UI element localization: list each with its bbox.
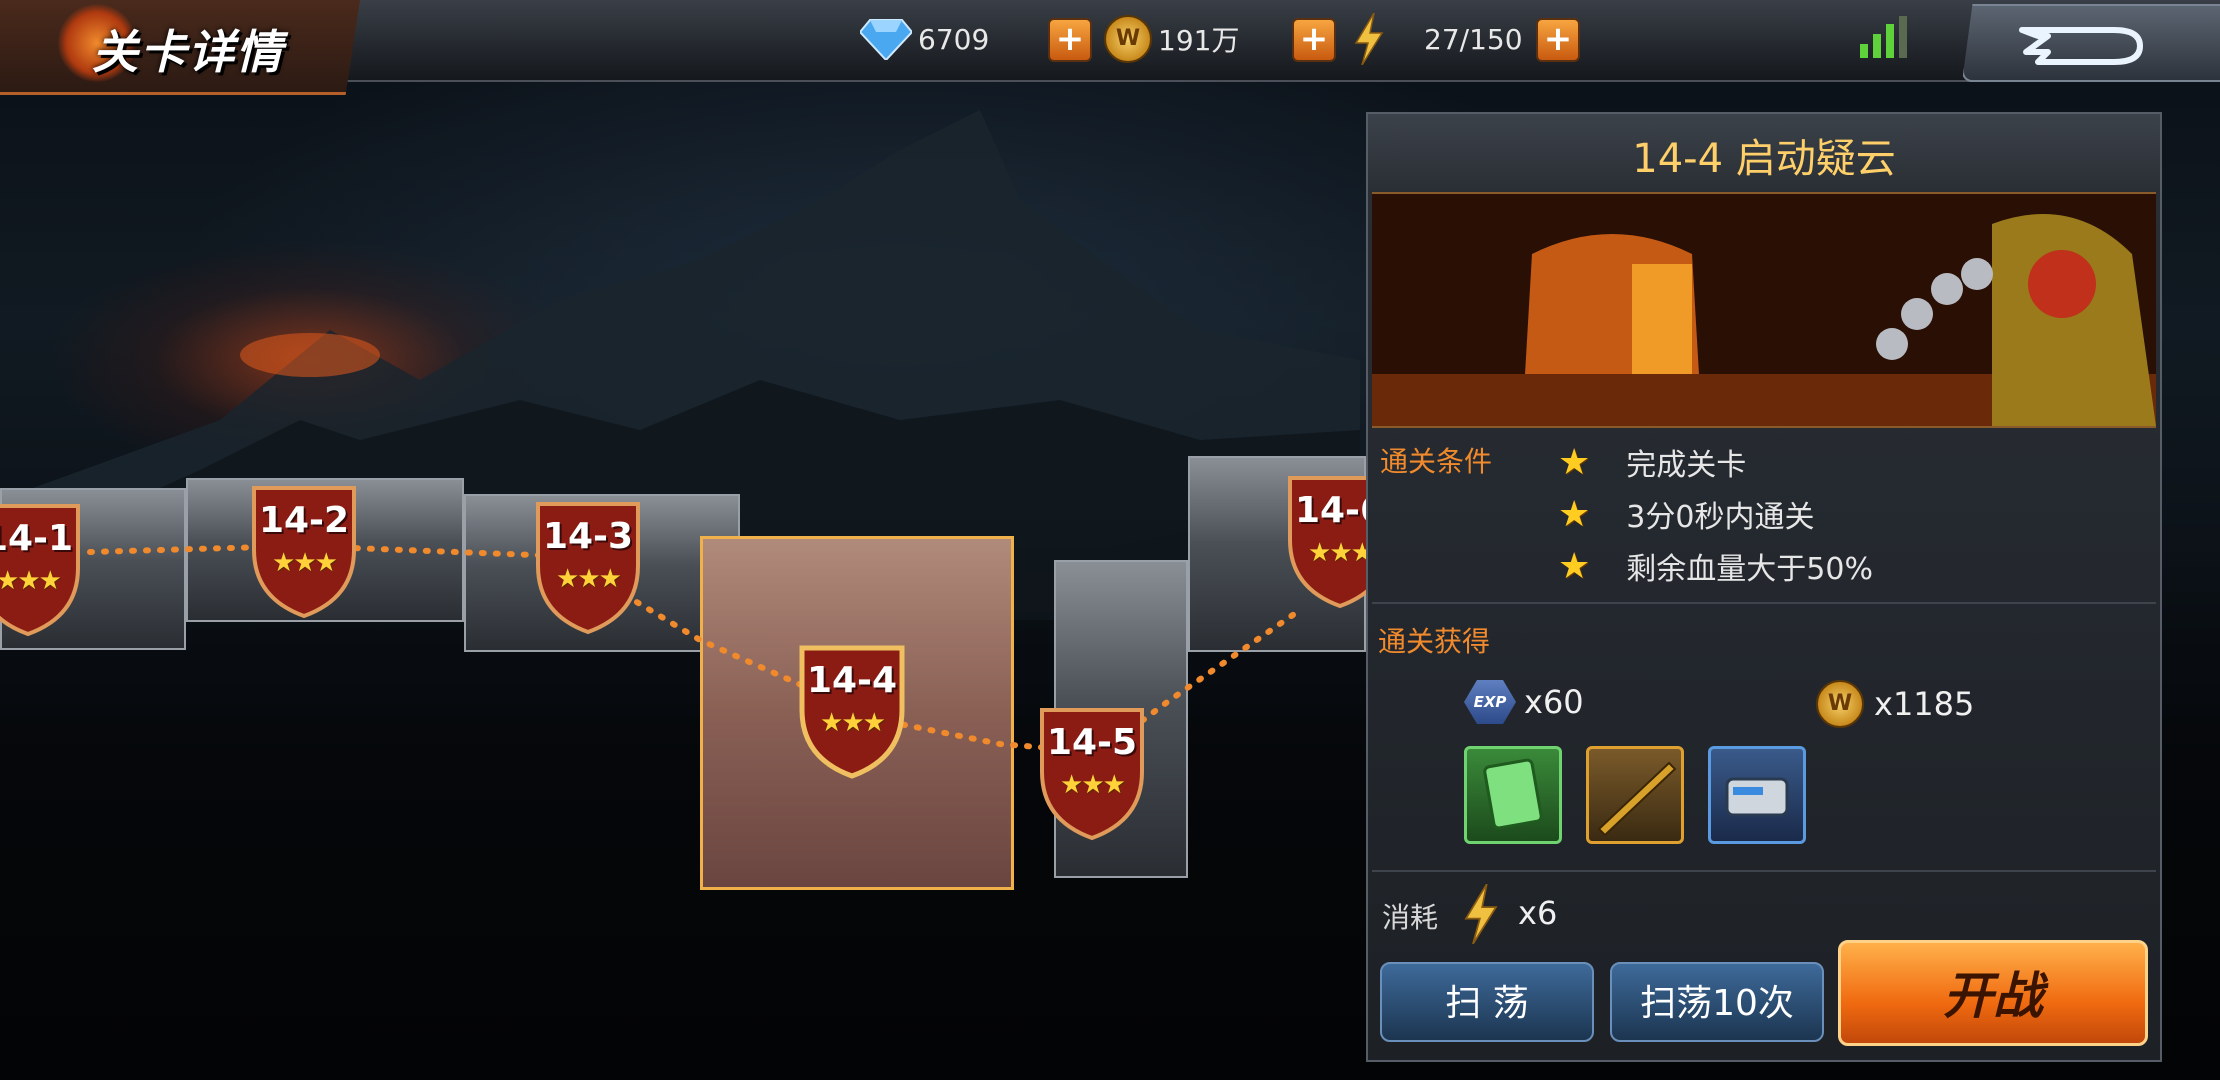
stage-badge-14-4[interactable]: 14-4 ★★★ xyxy=(782,630,922,780)
back-button[interactable] xyxy=(1962,4,2220,82)
title-plate: 关卡详情 xyxy=(0,0,360,95)
stage-badge-stars: ★★★ xyxy=(272,548,338,578)
signal-icon xyxy=(1860,16,1907,58)
star-icon: ★ xyxy=(1558,545,1591,587)
start-battle-button[interactable]: 开战 xyxy=(1838,940,2148,1046)
stage-badge-14-1[interactable]: 14-1 ★★★ xyxy=(0,488,98,638)
diamond-icon xyxy=(860,19,912,60)
lightning-icon xyxy=(1464,884,1498,944)
shield-icon xyxy=(536,502,640,635)
stage-badge-stars: ★★★ xyxy=(0,566,62,596)
stage-preview-art xyxy=(1372,194,2156,426)
star-icon: ★ xyxy=(1558,493,1591,535)
stage-badge-stars: ★★★ xyxy=(1060,770,1126,800)
stage-detail-panel: 14-4 启动疑云 通关条件 ★ 完成关卡 ★ 3分0秒内通关 ★ 剩余血量大于50%… xyxy=(1366,112,2162,1062)
diamond-counter: 6709 xyxy=(860,12,989,66)
supply-box-icon xyxy=(1725,777,1789,817)
energy-value: 27/150 xyxy=(1424,22,1523,56)
rifle-icon xyxy=(1597,761,1677,837)
add-energy-button[interactable]: + xyxy=(1536,18,1580,62)
shield-icon xyxy=(252,486,356,619)
clear-conditions-label: 通关条件 xyxy=(1380,445,1493,478)
stage-badge-14-5[interactable]: 14-5 ★★★ xyxy=(1022,692,1162,842)
coin-reward-value: x1185 xyxy=(1874,685,1975,723)
shield-icon xyxy=(0,504,80,637)
condition-item: ★ 完成关卡 xyxy=(1558,440,1746,484)
sweep-button[interactable]: 扫 荡 xyxy=(1380,962,1594,1042)
add-diamonds-button[interactable]: + xyxy=(1048,18,1092,62)
stage-preview-image xyxy=(1372,192,2156,428)
exp-card-icon xyxy=(1483,758,1543,830)
sweep-10-button[interactable]: 扫荡10次 xyxy=(1610,962,1824,1042)
coin-icon: W xyxy=(1104,15,1152,63)
stage-badge-14-3[interactable]: 14-3 ★★★ xyxy=(518,486,658,636)
stage-title: 14-4 启动疑云 xyxy=(1632,136,1896,182)
exp-reward: EXP x60 xyxy=(1464,680,1584,724)
stage-badge-label: 14-5 xyxy=(1046,722,1138,763)
exp-reward-value: x60 xyxy=(1524,683,1584,721)
back-arrow-icon xyxy=(2019,27,2143,65)
page-title: 关卡详情 xyxy=(92,25,284,79)
coin-reward: W x1185 xyxy=(1816,680,1974,728)
add-coins-button[interactable]: + xyxy=(1292,18,1336,62)
rewards-label: 通关获得 xyxy=(1378,625,1491,658)
condition-text: 剩余血量大于50% xyxy=(1626,552,1873,587)
supply-box-item[interactable] xyxy=(1708,746,1806,844)
cost-label: 消耗 xyxy=(1382,901,1439,934)
stage-badge-label: 14-1 xyxy=(0,518,74,559)
condition-item: ★ 3分0秒内通关 xyxy=(1558,492,1814,536)
divider xyxy=(1372,602,2156,604)
energy-counter: 27/150 xyxy=(1354,12,1523,66)
stage-badge-label: 14-2 xyxy=(258,500,350,541)
condition-item: ★ 剩余血量大于50% xyxy=(1558,544,1873,588)
rifle-item[interactable] xyxy=(1586,746,1684,844)
stage-badge-stars: ★★★ xyxy=(556,564,622,594)
lightning-icon xyxy=(1354,13,1384,65)
shield-icon xyxy=(799,645,905,779)
exp-icon: EXP xyxy=(1464,680,1516,724)
stage-badge-label: 14-4 xyxy=(806,660,898,701)
stage-badge-stars: ★★★ xyxy=(820,708,886,738)
stage-badge-14-2[interactable]: 14-2 ★★★ xyxy=(234,470,374,620)
diamond-value: 6709 xyxy=(918,22,990,56)
detail-header: 14-4 启动疑云 xyxy=(1368,114,2160,190)
coin-value: 191万 xyxy=(1158,24,1240,57)
divider xyxy=(1372,870,2156,872)
shield-icon xyxy=(1040,708,1144,841)
stage-badge-label: 14-3 xyxy=(542,516,634,557)
coin-icon: W xyxy=(1816,680,1864,728)
coin-counter: W 191万 xyxy=(1104,12,1239,66)
condition-text: 完成关卡 xyxy=(1626,448,1747,483)
exp-card-item[interactable] xyxy=(1464,746,1562,844)
star-icon: ★ xyxy=(1558,441,1591,483)
condition-text: 3分0秒内通关 xyxy=(1626,500,1815,535)
cost-value: x6 xyxy=(1518,894,1558,932)
